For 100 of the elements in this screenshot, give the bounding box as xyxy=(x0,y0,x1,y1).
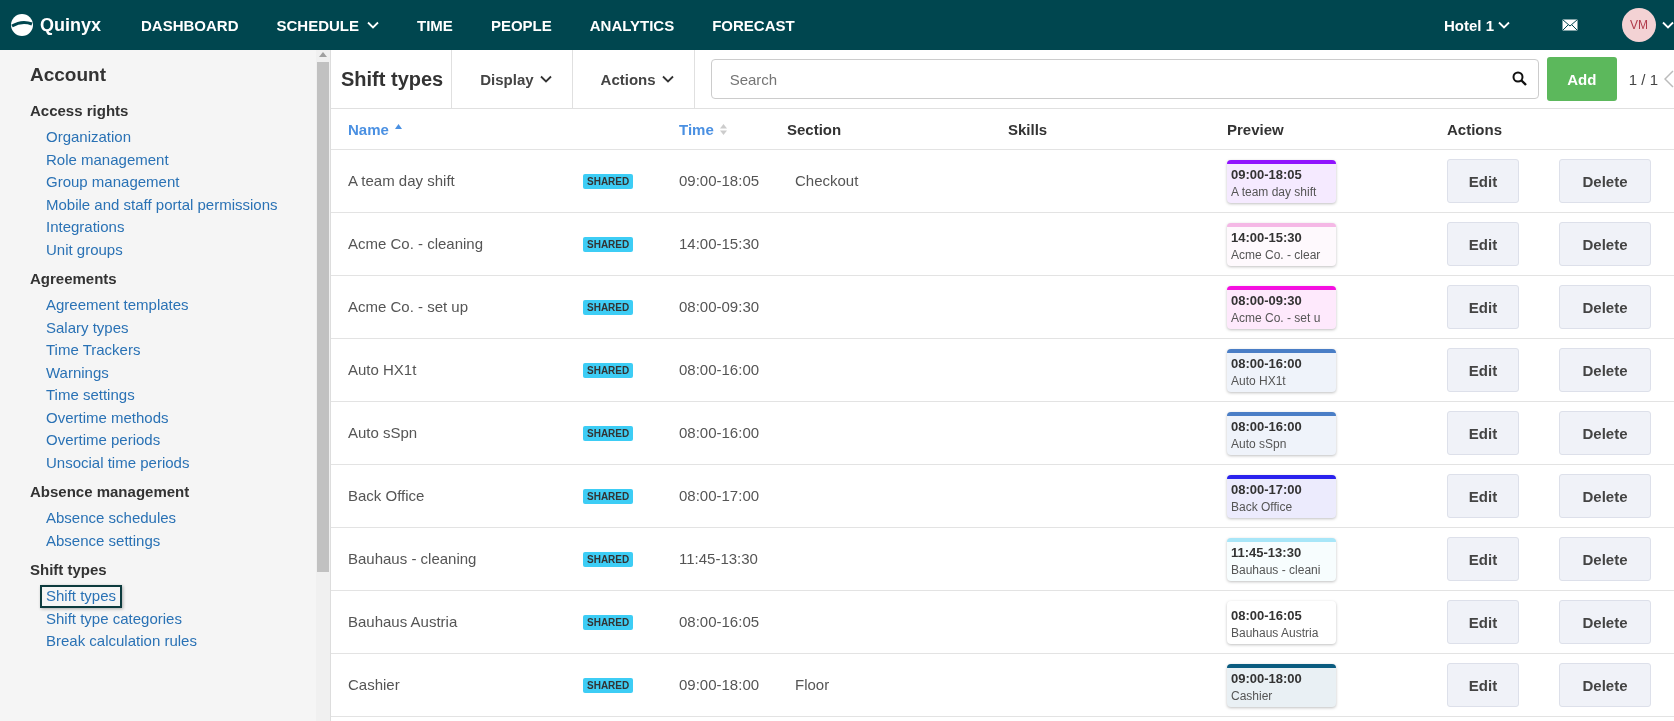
shared-tag: SHARED xyxy=(583,614,634,630)
nav-item[interactable]: PEOPLE xyxy=(490,16,552,34)
delete-button[interactable]: Delete xyxy=(1559,159,1651,203)
table-cell: Acme Co. - cleaning xyxy=(348,235,484,252)
column-header: Skills xyxy=(1008,120,1048,138)
nav-item[interactable]: ANALYTICS xyxy=(589,16,675,34)
sidebar-link[interactable]: Break calculation rules xyxy=(40,630,203,653)
preview-time: 08:00-17:00 xyxy=(1231,481,1303,497)
sidebar-link[interactable]: Warnings xyxy=(40,361,115,384)
preview-time: 09:00-18:00 xyxy=(1231,670,1303,686)
shared-tag: SHARED xyxy=(583,425,634,441)
sidebar-link[interactable]: Overtime periods xyxy=(40,429,167,452)
caret-icon xyxy=(661,75,674,83)
delete-button[interactable]: Delete xyxy=(1559,348,1651,392)
page-indicator: 1 / 1 xyxy=(1628,70,1658,88)
preview-time: 08:00-16:05 xyxy=(1231,607,1303,623)
caret-icon xyxy=(1498,21,1510,29)
table-cell: A team day shift xyxy=(348,172,455,189)
sidebar-link[interactable]: Shift type categories xyxy=(40,607,188,630)
table-cell: 09:00-18:00 xyxy=(679,676,760,693)
sidebar-title: Account xyxy=(30,64,107,86)
logo-text: Quinyx xyxy=(40,14,101,36)
logo-icon xyxy=(10,13,34,37)
sidebar-link[interactable]: Salary types xyxy=(40,316,135,339)
sidebar-link[interactable]: Unit groups xyxy=(40,238,129,261)
caret-icon xyxy=(1662,21,1674,29)
table-cell: Back Office xyxy=(348,487,425,504)
mail-icon[interactable] xyxy=(1562,19,1578,31)
search-icon xyxy=(1511,71,1527,86)
preview-name: Acme Co. - set u xyxy=(1231,310,1322,325)
edit-button[interactable]: Edit xyxy=(1447,663,1519,707)
sidebar-link[interactable]: Time Trackers xyxy=(40,339,147,362)
user-avatar[interactable]: VM xyxy=(1622,8,1656,42)
edit-button[interactable]: Edit xyxy=(1447,159,1519,203)
shared-tag: SHARED xyxy=(583,362,634,378)
preview-name: Auto HX1t xyxy=(1231,373,1287,388)
scroll-thumb[interactable] xyxy=(317,62,329,572)
table-cell: Auto HX1t xyxy=(348,361,417,378)
delete-button[interactable]: Delete xyxy=(1559,663,1651,707)
edit-button[interactable]: Edit xyxy=(1447,285,1519,329)
edit-button[interactable]: Edit xyxy=(1447,222,1519,266)
table-cell: 09:00-18:05 xyxy=(679,172,760,189)
sidebar-heading: Absence management xyxy=(30,483,191,500)
nav-item[interactable]: TIME xyxy=(417,16,453,34)
edit-button[interactable]: Edit xyxy=(1447,348,1519,392)
shared-tag: SHARED xyxy=(583,173,634,189)
shared-tag: SHARED xyxy=(583,299,634,315)
table-cell: 08:00-16:00 xyxy=(679,424,760,441)
preview-name: Cashier xyxy=(1231,688,1274,703)
sidebar-link[interactable]: Role management xyxy=(40,148,175,171)
delete-button[interactable]: Delete xyxy=(1559,285,1651,329)
table-cell: Bauhaus Austria xyxy=(348,613,458,630)
table-cell: 14:00-15:30 xyxy=(679,235,760,252)
search-field[interactable]: Search xyxy=(710,59,1539,99)
unit-selector[interactable]: Hotel 1 xyxy=(1438,15,1516,35)
nav-item[interactable]: SCHEDULE xyxy=(276,16,380,34)
nav-item[interactable]: FORECAST xyxy=(712,16,795,34)
preview-time: 14:00-15:30 xyxy=(1231,229,1303,245)
delete-button[interactable]: Delete xyxy=(1559,537,1651,581)
sidebar-link[interactable]: Mobile and staff portal permissions xyxy=(40,193,284,216)
column-header: Section xyxy=(787,120,842,138)
edit-button[interactable]: Edit xyxy=(1447,411,1519,455)
sidebar-link[interactable]: Shift types xyxy=(40,585,123,608)
edit-button[interactable]: Edit xyxy=(1447,474,1519,518)
sidebar-link[interactable]: Group management xyxy=(40,171,186,194)
shared-tag: SHARED xyxy=(583,488,634,504)
nav-item[interactable]: DASHBOARD xyxy=(141,16,239,34)
sidebar-link[interactable]: Absence schedules xyxy=(40,507,183,530)
sidebar-link[interactable]: Unsocial time periods xyxy=(40,451,196,474)
delete-button[interactable]: Delete xyxy=(1559,411,1651,455)
edit-button[interactable]: Edit xyxy=(1447,537,1519,581)
preview-time: 11:45-13:30 xyxy=(1231,544,1303,560)
preview-name: Back Office xyxy=(1231,499,1294,514)
column-header: Actions xyxy=(1447,120,1502,138)
delete-button[interactable]: Delete xyxy=(1559,474,1651,518)
sidebar-link[interactable]: Integrations xyxy=(40,216,131,239)
preview-time: 09:00-18:05 xyxy=(1231,166,1303,182)
table-cell: 08:00-16:05 xyxy=(679,613,760,630)
table-cell: Auto sSpn xyxy=(348,424,418,441)
table-cell: Bauhaus - cleaning xyxy=(348,550,477,567)
sidebar-link[interactable]: Overtime methods xyxy=(40,406,175,429)
preview-name: Auto sSpn xyxy=(1231,436,1288,451)
chevron-left-icon[interactable] xyxy=(1664,70,1674,88)
table-cell: 08:00-17:00 xyxy=(679,487,760,504)
dropdown-menu[interactable]: Display xyxy=(452,50,573,108)
sidebar-heading: Access rights xyxy=(30,102,130,119)
page-title: Shift types xyxy=(331,50,453,108)
sidebar-link[interactable]: Time settings xyxy=(40,384,141,407)
sidebar-link[interactable]: Agreement templates xyxy=(40,294,195,317)
dropdown-menu[interactable]: Actions xyxy=(572,50,695,108)
table-cell: Acme Co. - set up xyxy=(348,298,469,315)
scrollbar[interactable] xyxy=(316,50,330,721)
delete-button[interactable]: Delete xyxy=(1559,222,1651,266)
sidebar-link[interactable]: Absence settings xyxy=(40,529,167,552)
sidebar-link[interactable]: Organization xyxy=(40,126,138,149)
delete-button[interactable]: Delete xyxy=(1559,600,1651,644)
table-cell: 11:45-13:30 xyxy=(679,550,758,567)
preview-name: A team day shift xyxy=(1231,184,1318,199)
edit-button[interactable]: Edit xyxy=(1447,600,1519,644)
column-header: Preview xyxy=(1227,120,1284,138)
